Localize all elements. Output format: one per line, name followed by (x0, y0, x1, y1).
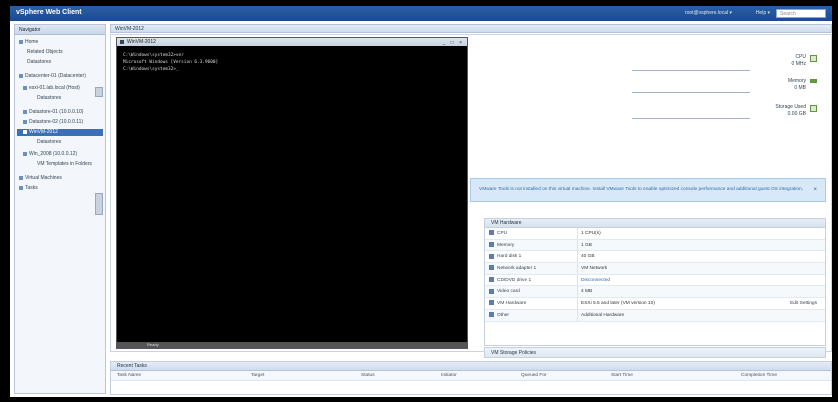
content-header: WinVM-2012 (110, 24, 832, 33)
memory-meter (632, 92, 750, 93)
recent-tasks-panel: Recent Tasks Task Name Target Status Ini… (110, 361, 832, 395)
col-status[interactable]: Status (361, 371, 375, 381)
datastore-icon (23, 119, 27, 124)
nav-item-datastore-02[interactable]: Datastore-02 (10.0.0.11) (23, 119, 83, 126)
storage-icon (810, 105, 817, 112)
nav-item-datastores-3[interactable]: Datastores (37, 139, 61, 146)
memory-icon (810, 79, 817, 83)
vm-icon (23, 129, 27, 134)
user-menu[interactable]: root@vsphere.local ▾ (685, 10, 732, 16)
memory-icon (489, 241, 494, 247)
search-input[interactable]: Search (776, 9, 826, 18)
hardware-rows: CPU 1 CPU(s) Memory 1 GB Hard disk 1 40 GB … (485, 228, 825, 322)
col-queued[interactable]: Queued For (521, 371, 547, 381)
network-icon (489, 265, 494, 271)
panel-header[interactable]: VM Hardware (485, 219, 825, 228)
metric-memory-label: Memory (787, 78, 806, 84)
vm-icon (23, 151, 27, 156)
disk-icon (489, 253, 494, 259)
nav-item-host[interactable]: esxi-01.lab.local (Host) (23, 85, 80, 92)
info-banner: VMware Tools is not installed on this vi… (470, 178, 826, 202)
console-line: C:\Windows\system32>_ (123, 67, 179, 72)
hardware-row[interactable]: Other Additional Hardware (485, 309, 825, 322)
nav-scroll-handle-2[interactable] (95, 193, 103, 215)
top-bar: vSphere Web Client root@vsphere.local ▾ … (10, 6, 832, 21)
metric-memory-value: 0 MB (794, 85, 806, 91)
banner-text: VMware Tools is not installed on this vi… (479, 187, 804, 192)
nav-item-datastores-2[interactable]: Datastores (37, 95, 61, 102)
edit-settings-link[interactable]: Edit Settings (790, 298, 817, 309)
nav-item-home[interactable]: Home (19, 39, 38, 46)
console-status: Ready (147, 342, 159, 347)
nav-item-vms[interactable]: Virtual Machines (19, 175, 62, 182)
col-start[interactable]: Start Time (611, 371, 633, 381)
metric-storage-value: 0.00 GB (787, 111, 806, 117)
help-menu[interactable]: Help ▾ (756, 10, 770, 16)
datastore-icon (23, 109, 27, 114)
app-brand: vSphere Web Client (16, 9, 82, 16)
hardware-row[interactable]: CD/DVD drive 1 Disconnected (485, 274, 825, 287)
metric-cpu-value: 0 MHz (791, 61, 806, 67)
navigator-header: Navigator (15, 25, 105, 35)
console-line: Microsoft Windows [Version 6.3.9600] (123, 60, 219, 65)
nav-item-datacenter[interactable]: Datacenter-01 (Datacenter) (19, 73, 86, 80)
vm-console[interactable]: WinVM-2012 _ □ × C:\Windows\system32>ver… (116, 37, 468, 349)
nav-item-datastore-01[interactable]: Datastore-01 (10.0.0.10) (23, 109, 83, 116)
close-icon[interactable]: × (813, 179, 817, 201)
nav-item-win2008[interactable]: Win_2008 (10.0.0.12) (23, 151, 77, 158)
nav-item-datastores[interactable]: Datastores (27, 59, 51, 66)
storage-meter (632, 118, 750, 119)
tasks-icon (19, 185, 23, 190)
datacenter-icon (19, 73, 23, 78)
video-icon (489, 288, 494, 294)
hardware-row[interactable]: Network adapter 1 VM Network (485, 263, 825, 275)
hardware-icon (489, 300, 494, 306)
col-task-name[interactable]: Task Name (117, 371, 141, 381)
storage-policies-header[interactable]: VM Storage Policies (484, 347, 826, 358)
nav-item-selected-vm[interactable]: WinVM-2012 (17, 129, 103, 136)
nav-scroll-handle[interactable] (95, 87, 103, 97)
hardware-row[interactable]: VM Hardware ESXi 5.5 and later (VM versio… (485, 298, 825, 310)
other-icon (489, 312, 494, 318)
cd-icon (489, 276, 494, 282)
nav-item-tasks[interactable]: Tasks (19, 185, 38, 192)
console-status-bar: Ready (117, 342, 467, 348)
nav-item-templates[interactable]: VM Templates in Folders (37, 161, 92, 168)
col-target[interactable]: Target (251, 371, 264, 381)
vm-hardware-panel: VM Hardware CPU 1 CPU(s) Memory 1 GB Hard … (484, 218, 826, 346)
hardware-row[interactable]: Memory 1 GB (485, 239, 825, 252)
tasks-columns: Task Name Target Status Initiator Queued… (111, 371, 831, 381)
metric-cpu-label: CPU (795, 54, 806, 60)
cpu-icon (810, 55, 817, 62)
hardware-row[interactable]: Hard disk 1 40 GB (485, 251, 825, 264)
col-initiator[interactable]: Initiator (441, 371, 457, 381)
window-controls[interactable]: _ □ × (443, 39, 465, 47)
app-window: vSphere Web Client root@vsphere.local ▾ … (10, 6, 832, 397)
console-title-bar[interactable]: WinVM-2012 _ □ × (117, 38, 467, 46)
metric-storage-label: Storage Used (775, 104, 806, 110)
console-line: C:\Windows\system32>ver (123, 53, 184, 58)
hardware-row[interactable]: CPU 1 CPU(s) (485, 228, 825, 240)
home-icon (19, 39, 23, 44)
console-title: WinVM-2012 (127, 39, 156, 45)
console-icon (120, 40, 124, 44)
recent-tasks-header[interactable]: Recent Tasks (111, 362, 831, 371)
col-completion[interactable]: Completion Time (741, 371, 777, 381)
nav-item-related[interactable]: Related Objects (27, 49, 63, 56)
cpu-icon (489, 230, 494, 236)
folder-icon (19, 175, 23, 180)
console-screen[interactable]: C:\Windows\system32>ver Microsoft Windows… (117, 46, 467, 79)
navigator-panel: Navigator Home Related Objects Datastore… (14, 24, 106, 394)
cpu-meter (632, 70, 750, 71)
hardware-row[interactable]: Video card 4 MB (485, 286, 825, 299)
host-icon (23, 85, 27, 90)
